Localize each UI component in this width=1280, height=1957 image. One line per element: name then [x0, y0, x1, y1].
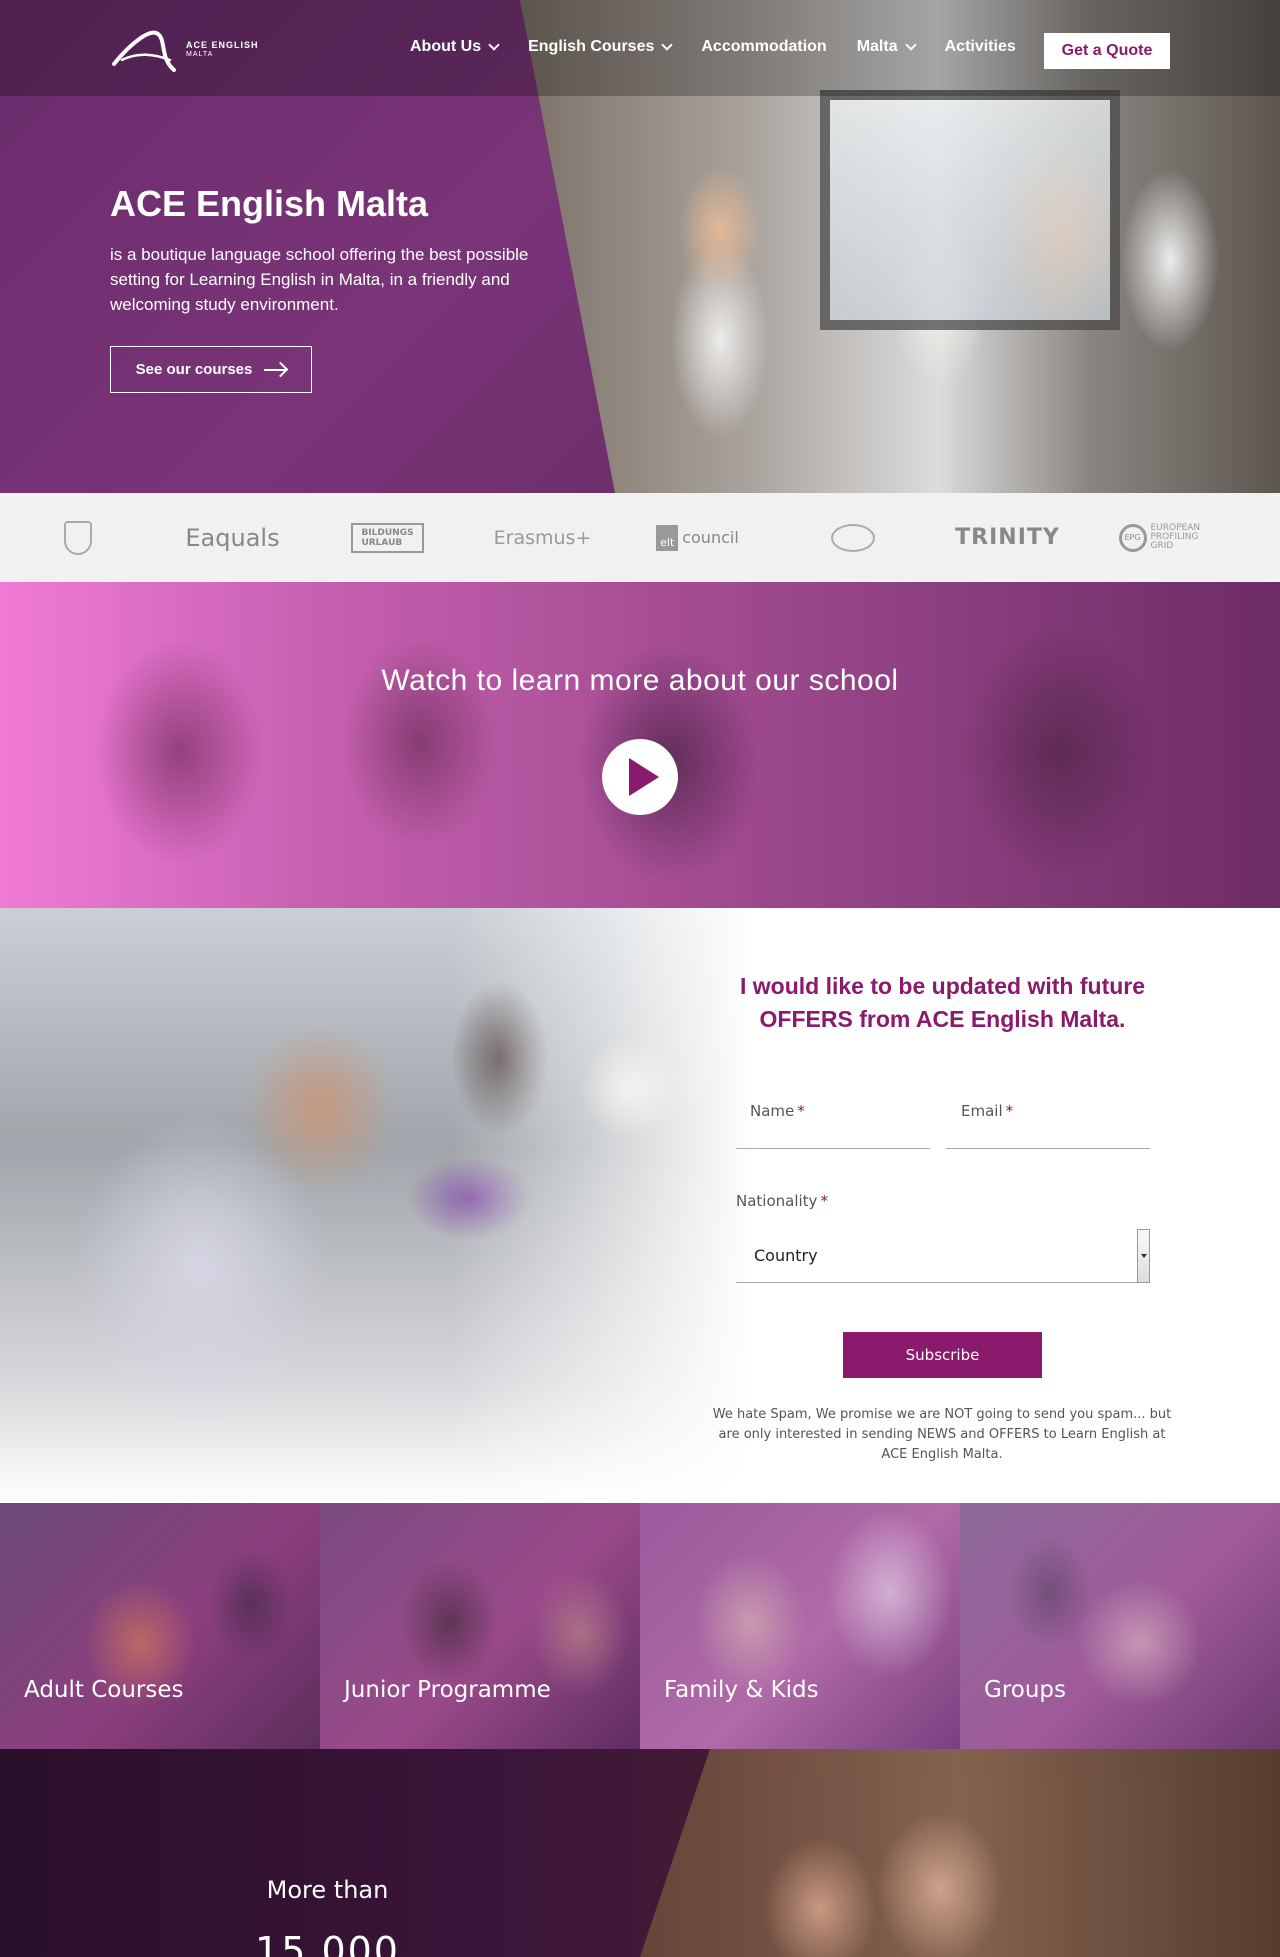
malta-crest-logo — [0, 520, 155, 555]
see-courses-label: See our courses — [135, 361, 253, 378]
logo-wordmark: ACE ENGLISH MALTA — [186, 40, 259, 60]
erasmus-logo: Erasmus+ — [465, 527, 620, 549]
epg-mark: EPG EUROPEAN PROFILING GRID — [1118, 523, 1207, 552]
video-title: Watch to learn more about our school — [381, 664, 899, 697]
eaquals-logo: Eaquals — [155, 524, 310, 552]
bildungsurlaub-logo: BILDUNGS URLAUB — [310, 522, 465, 553]
stats-label: More than — [266, 1876, 389, 1904]
erasmus-wordmark: Erasmus+ — [493, 526, 592, 549]
epg-text: EUROPEAN PROFILING GRID — [1150, 523, 1201, 551]
nationality-label-text: Nationality — [736, 1192, 818, 1210]
nav-english-courses[interactable]: English Courses — [528, 38, 674, 56]
nav-about-us-label: About Us — [410, 38, 482, 55]
students-smiling-photo — [640, 1749, 1280, 1957]
select-caret-icon — [1137, 1228, 1150, 1283]
tile-junior-programme[interactable]: Junior Programme — [320, 1503, 640, 1749]
email-field[interactable] — [946, 1148, 1150, 1149]
chevron-down-icon — [488, 38, 500, 51]
required-mark: * — [820, 1192, 828, 1210]
required-mark: * — [797, 1102, 805, 1120]
elt-council-text: council — [682, 528, 739, 547]
bildungs-line1: BILDUNGS — [361, 527, 414, 538]
logo-line2: MALTA — [186, 51, 214, 58]
nav-malta[interactable]: Malta — [856, 38, 917, 56]
tile-family-kids-photo — [640, 1503, 960, 1749]
spam-note: We hate Spam, We promise we are NOT goin… — [712, 1407, 1172, 1462]
eaquals-wordmark: Eaquals — [185, 523, 280, 552]
hero-window — [820, 90, 1120, 330]
tile-adult-courses[interactable]: Adult Courses — [0, 1503, 320, 1749]
ace-logo-icon — [112, 30, 176, 72]
subscribe-heading: I would like to be updated with future O… — [739, 973, 1146, 1032]
email-label: Email * — [961, 1102, 1013, 1120]
nav-english-courses-label: English Courses — [528, 38, 655, 55]
bildungsurlaub-wordmark: BILDUNGS URLAUB — [351, 522, 424, 553]
hero-title: ACE English Malta — [110, 183, 429, 224]
get-a-quote-button[interactable]: Get a Quote — [1044, 33, 1170, 69]
tile-junior-programme-label: Junior Programme — [344, 1677, 551, 1703]
nav-malta-label: Malta — [856, 38, 898, 55]
logo-line1: ACE ENGLISH — [186, 40, 259, 50]
video-section: Watch to learn more about our school — [0, 582, 1280, 908]
elt-box: elt — [656, 524, 679, 551]
tile-groups-photo — [960, 1503, 1280, 1749]
chevron-down-icon — [904, 38, 917, 51]
course-tiles: Adult Courses Junior Programme Family & … — [0, 1503, 1280, 1749]
tile-groups-label: Groups — [984, 1677, 1067, 1703]
name-label-text: Name — [750, 1102, 795, 1120]
nav-accommodation[interactable]: Accommodation — [701, 38, 826, 56]
hero-section: ACE ENGLISH MALTA About Us English Cours… — [0, 0, 1280, 493]
play-icon — [629, 758, 659, 796]
stats-section: More than 15,000 — [0, 1749, 1280, 1957]
nav-activities-label: Activities — [944, 38, 1016, 55]
hero-description: is a boutique language school offering t… — [110, 245, 529, 314]
site-logo[interactable]: ACE ENGLISH MALTA — [110, 24, 260, 76]
nationality-select-value: Country — [754, 1246, 818, 1265]
elt-council-logo: elt council — [620, 524, 775, 551]
tile-junior-programme-photo — [320, 1503, 640, 1749]
tile-adult-courses-label: Adult Courses — [24, 1677, 184, 1703]
shield-icon — [63, 520, 92, 555]
play-video-button[interactable] — [602, 739, 678, 815]
tile-family-kids-label: Family & Kids — [664, 1677, 819, 1703]
elt-council-mark: elt council — [656, 524, 739, 551]
nav-activities[interactable]: Activities — [945, 38, 1016, 56]
name-label: Name * — [750, 1102, 805, 1120]
tile-family-kids[interactable]: Family & Kids — [640, 1503, 960, 1749]
bildungs-line2: URLAUB — [361, 537, 403, 548]
stats-number: 15,000 — [255, 1929, 400, 1957]
epg-circle-icon: EPG — [1118, 523, 1147, 552]
arrow-right-icon — [264, 368, 287, 371]
subscribe-button[interactable]: Subscribe — [843, 1332, 1042, 1378]
nav-accommodation-label: Accommodation — [701, 38, 827, 55]
accreditation-logos: Eaquals BILDUNGS URLAUB Erasmus+ elt cou… — [0, 493, 1280, 582]
speech-bubble-icon — [830, 523, 875, 552]
chevron-down-icon — [661, 38, 674, 51]
tile-groups[interactable]: Groups — [960, 1503, 1280, 1749]
subscribe-section: I would like to be updated with future O… — [0, 908, 1280, 1503]
trinity-wordmark: TRINITY — [955, 525, 1060, 550]
see-courses-button[interactable]: See our courses — [110, 346, 312, 393]
name-field[interactable] — [736, 1148, 930, 1149]
speech-bubble-logo — [775, 523, 930, 552]
main-nav: About Us English Courses Accommodation M… — [410, 38, 1046, 56]
trinity-logo: TRINITY — [930, 525, 1085, 550]
tile-adult-courses-photo — [0, 1503, 320, 1749]
nationality-select[interactable]: Country — [736, 1228, 1150, 1283]
epg-logo: EPG EUROPEAN PROFILING GRID — [1085, 523, 1240, 552]
classroom-photo — [0, 908, 820, 1503]
nationality-label: Nationality * — [736, 1192, 828, 1210]
email-label-text: Email — [961, 1102, 1003, 1120]
required-mark: * — [1005, 1102, 1014, 1120]
nav-about-us[interactable]: About Us — [410, 38, 500, 56]
